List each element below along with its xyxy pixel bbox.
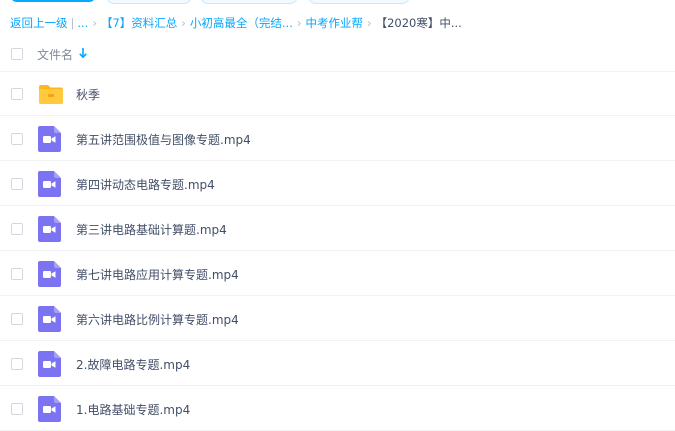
row-checkbox[interactable]: [11, 403, 23, 415]
arrow-down-icon[interactable]: [78, 46, 88, 60]
row-checkbox[interactable]: [11, 223, 23, 235]
breadcrumb-current: 【2020寒】中...: [375, 16, 462, 30]
row-checkbox[interactable]: [11, 133, 23, 145]
breadcrumb-item-1[interactable]: 【7】资料汇总: [101, 15, 177, 31]
video-file-icon: [38, 216, 64, 242]
video-file-icon: [38, 351, 64, 377]
chevron-right-icon: ›: [296, 16, 302, 30]
file-name[interactable]: 秋季: [76, 86, 100, 103]
video-file-icon: [38, 261, 64, 287]
upload-button[interactable]: [10, 0, 96, 2]
file-row[interactable]: 2.故障电路专题.mp4: [0, 342, 675, 386]
file-row[interactable]: 第五讲范围极值与图像专题.mp4: [0, 117, 675, 161]
video-file-icon: [38, 171, 64, 197]
row-checkbox[interactable]: [11, 313, 23, 325]
chevron-right-icon: ›: [92, 16, 97, 30]
new-folder-button[interactable]: [106, 0, 192, 4]
file-row[interactable]: 第七讲电路应用计算专题.mp4: [0, 252, 675, 296]
breadcrumb-divider: |: [70, 16, 75, 30]
video-file-icon: [38, 126, 64, 152]
video-file-icon: [38, 306, 64, 332]
folder-icon: [38, 82, 64, 106]
breadcrumb-item-3[interactable]: 中考作业帮: [305, 15, 363, 31]
file-name[interactable]: 第六讲电路比例计算专题.mp4: [76, 311, 239, 328]
select-all-checkbox[interactable]: [11, 48, 23, 60]
file-name[interactable]: 第五讲范围极值与图像专题.mp4: [76, 131, 251, 148]
breadcrumb-ellipsis[interactable]: ...: [77, 16, 88, 30]
file-row[interactable]: 第三讲电路基础计算题.mp4: [0, 207, 675, 251]
file-name[interactable]: 1.电路基础专题.mp4: [76, 401, 190, 418]
breadcrumb-item-2[interactable]: 小初高最全（完结...: [190, 15, 293, 31]
video-file-icon: [38, 396, 64, 422]
row-checkbox[interactable]: [11, 268, 23, 280]
more-actions-button[interactable]: [308, 0, 410, 4]
file-name[interactable]: 2.故障电路专题.mp4: [76, 356, 190, 373]
row-checkbox[interactable]: [11, 88, 23, 100]
row-checkbox[interactable]: [11, 178, 23, 190]
file-row[interactable]: 第六讲电路比例计算专题.mp4: [0, 297, 675, 341]
file-row[interactable]: 第四讲动态电路专题.mp4: [0, 162, 675, 206]
file-name[interactable]: 第三讲电路基础计算题.mp4: [76, 221, 227, 238]
list-header: 文件名: [0, 37, 675, 72]
breadcrumb: 返回上一级 | ... › 【7】资料汇总 › 小初高最全（完结... › 中考…: [10, 15, 462, 31]
folder-row[interactable]: 秋季: [0, 72, 675, 116]
back-link[interactable]: 返回上一级: [10, 15, 68, 31]
file-row[interactable]: 1.电路基础专题.mp4: [0, 387, 675, 431]
top-action-buttons: [0, 0, 675, 4]
offline-download-button[interactable]: [200, 0, 298, 4]
chevron-right-icon: ›: [366, 16, 372, 30]
chevron-right-icon: ›: [181, 16, 186, 30]
row-checkbox[interactable]: [11, 358, 23, 370]
file-name[interactable]: 第四讲动态电路专题.mp4: [76, 176, 215, 193]
name-column-header[interactable]: 文件名: [37, 46, 73, 63]
file-name[interactable]: 第七讲电路应用计算专题.mp4: [76, 266, 239, 283]
